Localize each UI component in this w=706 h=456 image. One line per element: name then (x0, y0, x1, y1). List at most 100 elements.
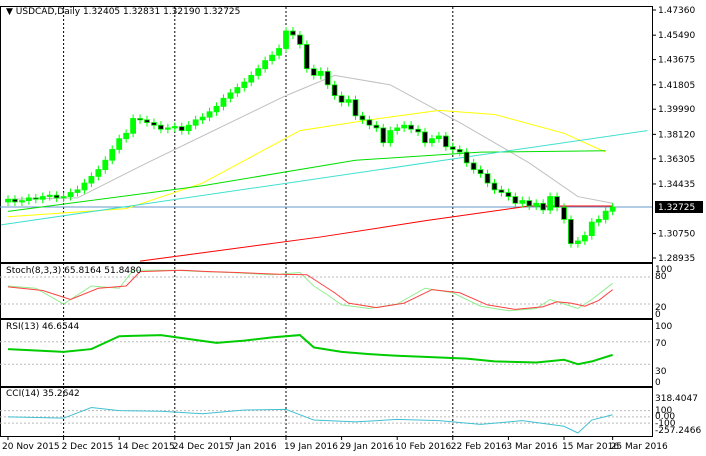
y-tick-label: 1.41805 (658, 81, 695, 91)
candle (526, 200, 533, 207)
indicator-level-label: 100 (655, 322, 672, 332)
candle (137, 118, 143, 121)
candle (581, 235, 588, 242)
candle (164, 127, 171, 130)
candle (248, 75, 255, 83)
indicator-level-label: 30 (655, 367, 667, 377)
candle (53, 194, 60, 199)
candle (366, 119, 373, 126)
candle (575, 240, 581, 245)
panel-0 (0, 6, 653, 263)
candle (81, 182, 88, 191)
candle (283, 30, 289, 49)
candle (408, 124, 415, 130)
candle (429, 138, 435, 144)
y-tick-label: 1.30750 (658, 230, 695, 240)
candle (88, 175, 95, 184)
candle (338, 95, 345, 103)
candle (505, 192, 512, 197)
x-tick-label: 2 Dec 2015 (62, 442, 114, 452)
candle (540, 202, 547, 211)
candle (262, 60, 269, 70)
candle (422, 131, 428, 144)
candle (192, 119, 199, 126)
candle (95, 169, 102, 177)
candle (561, 206, 567, 220)
chart-window: 1.47360 1.45490 1.43675 1.41805 1.39990 1.381… (0, 0, 706, 456)
candle (296, 34, 303, 45)
candle (588, 221, 595, 236)
candle (345, 99, 352, 103)
y-tick-label: 1.43675 (658, 56, 695, 66)
candle (602, 210, 609, 220)
stoch-label: Stoch(8,3,3) 65.8164 51.8480 (6, 266, 142, 276)
y-tick-label: 1.28935 (658, 254, 695, 264)
candle (373, 124, 380, 129)
candle (401, 124, 408, 129)
candle (60, 196, 67, 199)
x-tick-label: 25 Mar 2016 (611, 442, 668, 452)
candle (380, 127, 387, 144)
current-price-label: 1.32725 (658, 203, 695, 213)
chart-header: ▼ USDCAD,Daily 1.32405 1.32831 1.32190 1… (6, 7, 240, 17)
x-tick-label: 3 Mar 2016 (506, 442, 558, 452)
x-tick-label: 22 Feb 2016 (451, 442, 507, 452)
candle (512, 196, 519, 204)
candle (595, 219, 602, 223)
candle (5, 198, 11, 203)
candle (498, 189, 505, 193)
ohlc-values: 1.32405 1.32831 1.32190 1.32725 (83, 7, 240, 17)
candle (310, 68, 317, 76)
candle (484, 173, 491, 184)
candle (533, 202, 540, 207)
candle (290, 30, 296, 36)
candle (456, 149, 463, 153)
candle (449, 146, 456, 150)
indicator-level-label: -257.2466 (655, 426, 701, 436)
candle (227, 92, 234, 99)
panel-2 (0, 319, 653, 387)
chart-canvas: 1.47360 1.45490 1.43675 1.41805 1.39990 1.381… (0, 6, 703, 452)
candle (394, 127, 401, 132)
candle (491, 182, 498, 191)
candle (442, 135, 449, 148)
candle (255, 68, 262, 76)
rsi-label: RSI(13) 46.6544 (6, 322, 79, 332)
candle (609, 206, 616, 212)
y-tick-label: 1.45490 (658, 31, 695, 41)
y-tick-label: 1.38120 (658, 130, 695, 140)
candle (324, 70, 331, 86)
y-tick-label: 1.47360 (658, 6, 695, 16)
x-tick-label: 24 Dec 2015 (173, 442, 231, 452)
candle (123, 132, 130, 140)
candle (303, 44, 310, 70)
candle (178, 126, 185, 132)
x-tick-label: 20 Nov 2015 (2, 442, 60, 452)
candle (415, 128, 421, 133)
candle (39, 196, 46, 200)
indicator-level-label: 80 (655, 272, 667, 282)
symbol: USDCAD (16, 7, 55, 17)
collapse-triangle-icon: ▼ (6, 7, 16, 17)
candle (32, 197, 39, 200)
candle (220, 97, 227, 107)
indicator-level-label: 70 (655, 339, 667, 349)
candle (554, 196, 560, 208)
candle (387, 130, 394, 144)
candle (331, 84, 338, 97)
candle (359, 115, 366, 121)
candle (234, 87, 241, 94)
candle (116, 138, 123, 150)
candle (463, 151, 470, 164)
y-tick-label: 1.34435 (658, 180, 695, 190)
x-tick-label: 14 Dec 2015 (117, 442, 175, 452)
candle (241, 81, 248, 88)
candle (130, 118, 137, 134)
candle (171, 126, 178, 129)
candle (568, 219, 574, 245)
x-tick-label: 29 Jan 2016 (340, 442, 394, 452)
candle (276, 48, 282, 56)
y-tick-label: 1.36305 (658, 155, 695, 165)
candle (317, 70, 324, 76)
candle (547, 196, 553, 211)
